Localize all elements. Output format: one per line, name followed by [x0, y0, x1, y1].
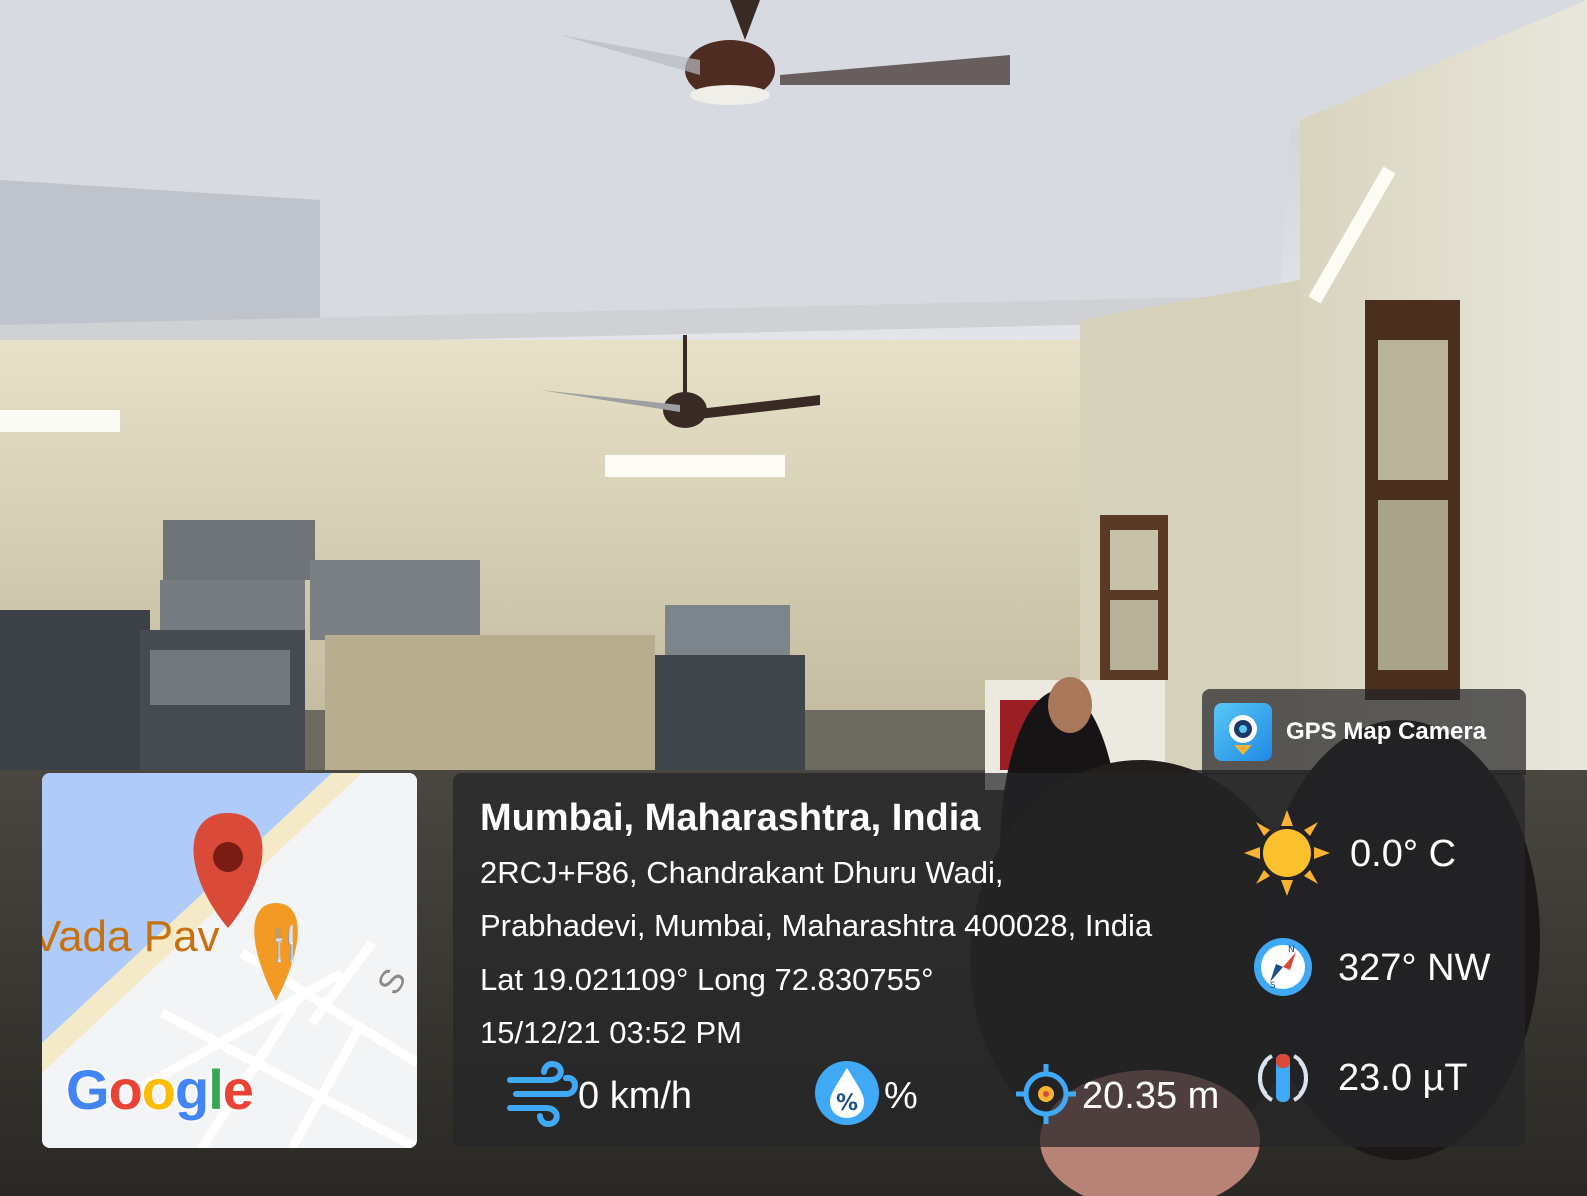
wind-icon	[507, 1060, 578, 1128]
humidity-value: %	[884, 1075, 918, 1117]
svg-text:%: %	[836, 1091, 858, 1116]
datetime: 15/12/21 03:52 PM	[480, 1015, 742, 1050]
sun-icon	[1244, 810, 1330, 896]
magnetic-field-value: 23.0 µT	[1338, 1057, 1468, 1099]
humidity-icon: %	[815, 1061, 879, 1125]
svg-text:🍴: 🍴	[264, 924, 306, 964]
google-letter: l	[208, 1058, 224, 1121]
wind-speed: 0 km/h	[578, 1075, 693, 1117]
map-place-label: Vada Pav	[42, 912, 220, 961]
google-letter: e	[222, 1058, 254, 1121]
address-line-1: 2RCJ+F86, Chandrakant Dhuru Wadi,	[480, 855, 1004, 890]
svg-text:N: N	[1288, 945, 1295, 955]
map-thumbnail[interactable]: 🍴 S Vada Pav Google	[42, 773, 417, 1148]
app-name: GPS Map Camera	[1286, 718, 1487, 745]
compass-icon: N S	[1254, 938, 1312, 996]
google-letter: g	[175, 1058, 209, 1121]
svg-text:S: S	[1270, 981, 1276, 991]
google-letter: G	[66, 1058, 110, 1121]
gps-map-camera-logo-icon	[1214, 703, 1272, 761]
coordinates: Lat 19.021109° Long 72.830755°	[480, 962, 934, 997]
altitude-value: 20.35 m	[1082, 1075, 1220, 1117]
magnet-icon	[1258, 1054, 1308, 1102]
address-line-2: Prabhadevi, Mumbai, Maharashtra 400028, …	[480, 908, 1153, 943]
direction-value: 327° NW	[1338, 947, 1491, 989]
city-title: Mumbai, Maharashtra, India	[480, 797, 981, 839]
google-letter: o	[108, 1058, 143, 1121]
temperature-value: 0.0° C	[1350, 833, 1457, 875]
altitude-target-icon	[1016, 1064, 1076, 1124]
google-letter: o	[141, 1058, 176, 1121]
google-logo: Google	[66, 1057, 254, 1122]
